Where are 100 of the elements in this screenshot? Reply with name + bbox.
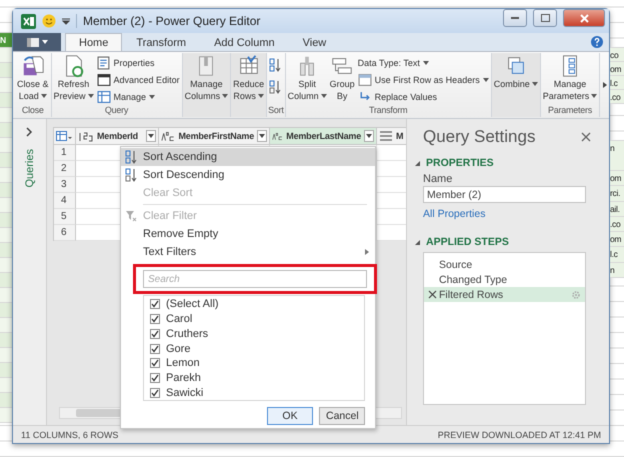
help-icon[interactable]	[591, 36, 603, 48]
dialog-button[interactable]: Cancel	[319, 407, 365, 425]
text-type-icon	[272, 130, 284, 142]
caret-icon	[259, 134, 265, 138]
sort-ascending-icon	[125, 150, 137, 164]
checkbox[interactable]	[150, 388, 160, 398]
close-pane-button[interactable]	[579, 130, 593, 144]
text-type-icon	[161, 130, 176, 142]
table-icon	[96, 90, 111, 104]
status-text: PREVIEW DOWNLOADED AT 12:41 PM	[438, 430, 601, 440]
caret-icon	[42, 40, 48, 44]
collapse-icon[interactable]	[415, 240, 420, 244]
sheet-cell: l.c	[610, 76, 624, 90]
value-label: Gore	[166, 342, 190, 355]
checkbox[interactable]	[150, 358, 160, 368]
ribbon-tab[interactable]: Transform	[122, 33, 200, 51]
ribbon-button[interactable]: Properties	[96, 55, 181, 70]
ribbon-button[interactable]: Close & Load	[16, 53, 50, 104]
ribbon-button[interactable]: Data Type: Text	[356, 55, 490, 70]
caret-icon	[532, 82, 538, 86]
submenu-arrow-icon	[365, 249, 369, 255]
ribbon-tab[interactable]: View	[288, 33, 340, 51]
caret-icon	[258, 94, 264, 98]
sheet-cell: om	[610, 171, 624, 186]
maximize-button[interactable]	[533, 9, 557, 27]
menu-item[interactable]: Sort Ascending	[121, 148, 375, 166]
collapse-icon[interactable]	[415, 160, 420, 166]
caret-icon	[148, 134, 154, 138]
caret-icon	[149, 94, 156, 98]
all-properties-link[interactable]: All Properties	[423, 208, 593, 220]
file-menu-button[interactable]	[13, 33, 61, 51]
ribbon-button[interactable]: Manage	[96, 89, 181, 104]
ribbon-tab[interactable]: Add Column	[200, 33, 289, 51]
sheet-cell	[0, 78, 12, 93]
ribbon-button[interactable]: Refresh Preview	[52, 53, 95, 104]
filter-dropdown-button[interactable]	[364, 130, 374, 142]
ribbon-button[interactable]: Advanced Editor	[96, 72, 181, 87]
menu-item[interactable]: Text Filters	[121, 243, 375, 261]
ribbon-button[interactable]: Replace Values	[356, 89, 490, 104]
minimize-button[interactable]	[503, 9, 527, 27]
filter-dropdown-button[interactable]	[257, 130, 267, 142]
delete-icon[interactable]	[428, 290, 437, 299]
value-label: Lemon	[166, 357, 200, 370]
group-label: Query	[104, 104, 130, 117]
status-text: 11 COLUMNS, 6 ROWS	[21, 430, 118, 440]
group-label: Parameters	[546, 104, 594, 117]
column-header[interactable]: MemberFirstName	[159, 127, 270, 145]
caret-icon	[222, 94, 228, 98]
sheet-cell: om	[610, 62, 624, 76]
sort-descending-icon	[125, 168, 137, 182]
any-type-icon	[379, 130, 393, 142]
ribbon-tab[interactable]: Home	[65, 33, 122, 51]
ribbon-button[interactable]: Split Column	[286, 53, 328, 104]
ribbon-button[interactable]: Group By	[328, 53, 356, 104]
window-title: Member (2) - Power Query Editor	[76, 14, 260, 28]
spreadsheet-app-icon	[21, 14, 36, 28]
checkbox[interactable]	[150, 314, 160, 324]
value-label: Cruthers	[166, 328, 208, 340]
group-label: Transform	[368, 104, 408, 117]
menu-item[interactable]: Remove Empty	[121, 225, 375, 243]
name-field[interactable]: Member (2)	[423, 186, 586, 203]
table-menu-icon[interactable]	[56, 130, 72, 142]
expand-icon[interactable]	[26, 127, 33, 137]
caret-icon	[320, 94, 327, 98]
column-header[interactable]: M	[377, 127, 406, 145]
row-number: 2	[54, 161, 76, 177]
field-label: Name	[423, 173, 454, 185]
applied-step[interactable]: Source	[424, 257, 585, 272]
row-number: 1	[54, 145, 76, 161]
sheet-cell: N	[0, 33, 12, 48]
sort-descending-icon	[269, 80, 282, 94]
applied-step[interactable]: Changed Type	[424, 272, 585, 287]
sheet-cell: .co	[610, 90, 624, 104]
editor-window-icon	[96, 72, 111, 86]
sort-ascending-icon	[269, 58, 282, 72]
caret-icon	[422, 60, 429, 64]
checkbox[interactable]	[150, 328, 160, 339]
checkbox[interactable]	[150, 299, 160, 310]
minimize-icon	[511, 16, 519, 20]
group-label: Sort	[268, 104, 284, 117]
window-icon	[26, 38, 38, 46]
value-label: Sawicki	[166, 386, 204, 399]
ribbon-button[interactable]: Manage Parameters	[542, 53, 598, 104]
search-field[interactable]: Search	[143, 270, 367, 288]
checkbox[interactable]	[150, 372, 160, 383]
applied-step[interactable]: Filtered Rows	[424, 287, 585, 302]
scroll-right-icon[interactable]	[603, 82, 608, 88]
close-icon	[580, 14, 588, 22]
menu-item[interactable]: Sort Descending	[121, 166, 375, 184]
checkbox[interactable]	[150, 344, 160, 354]
sheet-cell: ail.	[610, 202, 624, 217]
number-type-icon	[78, 130, 94, 142]
close-button[interactable]	[563, 9, 605, 27]
column-header[interactable]: MemberLastName	[270, 127, 377, 145]
section-heading: APPLIED STEPS	[426, 236, 509, 248]
dialog-button[interactable]: OK	[267, 407, 313, 425]
ribbon-button[interactable]: Use First Row as Headers	[356, 72, 490, 87]
filter-dropdown-button[interactable]	[146, 130, 156, 142]
caret-icon	[591, 94, 598, 98]
column-header[interactable]: MemberId	[76, 127, 159, 145]
